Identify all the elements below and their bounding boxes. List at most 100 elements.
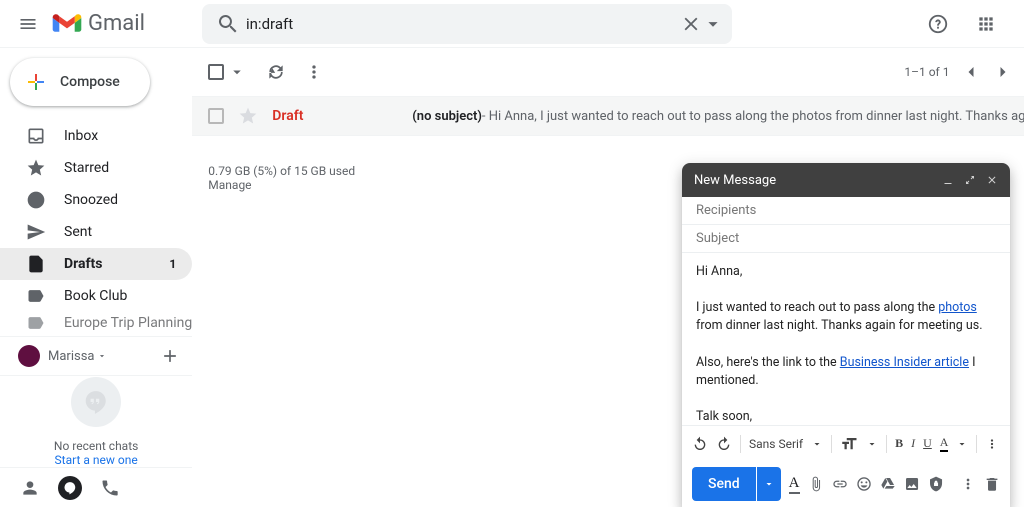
more-icon[interactable] <box>960 475 976 493</box>
search-options-icon[interactable] <box>702 13 724 35</box>
text-format-icon[interactable]: A <box>789 475 800 494</box>
inbox-icon <box>26 126 46 146</box>
compose-label: Compose <box>60 74 120 90</box>
italic-icon[interactable]: I <box>911 436 915 451</box>
compose-body[interactable]: Hi Anna, I just wanted to reach out to p… <box>682 253 1010 425</box>
avatar <box>18 345 40 367</box>
emoji-icon[interactable] <box>856 475 872 493</box>
hangouts-tab-icon[interactable] <box>58 476 82 500</box>
clear-search-icon[interactable] <box>680 13 702 35</box>
row-preview: (no subject) - Hi Anna, I just wanted to… <box>412 109 1024 124</box>
recipients-field[interactable]: Recipients <box>682 197 1010 225</box>
hangouts-account-row[interactable]: Marissa <box>0 336 192 376</box>
link-icon[interactable] <box>832 475 848 493</box>
sidebar-item-drafts[interactable]: Drafts 1 <box>0 248 192 280</box>
chevron-down-icon[interactable] <box>956 438 968 450</box>
sidebar-item-label: Snoozed <box>64 192 192 208</box>
main-menu-button[interactable] <box>8 4 48 44</box>
sidebar: Compose Inbox Starred Snoozed Sent Draft… <box>0 48 192 507</box>
star-icon[interactable] <box>238 106 258 126</box>
drafts-icon <box>26 254 46 274</box>
refresh-icon[interactable] <box>266 62 286 82</box>
compose-title: New Message <box>694 173 776 188</box>
account-name: Marissa <box>48 349 94 364</box>
manage-link[interactable]: Manage <box>208 178 488 192</box>
gmail-icon <box>52 13 82 35</box>
support-button[interactable] <box>918 4 958 44</box>
clock-icon <box>26 190 46 210</box>
search-icon <box>216 12 240 36</box>
plus-icon[interactable] <box>160 346 180 366</box>
row-folder-label: Draft <box>272 108 412 124</box>
star-icon <box>26 158 46 178</box>
drive-icon[interactable] <box>880 475 896 493</box>
sidebar-item-starred[interactable]: Starred <box>0 152 192 184</box>
subject-field[interactable]: Subject <box>682 225 1010 253</box>
sidebar-item-label: Book Club <box>64 288 192 304</box>
send-options-button[interactable] <box>757 467 781 501</box>
hangouts-icon <box>71 377 121 427</box>
sidebar-item-label: Sent <box>64 224 192 240</box>
chevron-down-icon[interactable] <box>866 438 878 450</box>
trash-icon[interactable] <box>984 475 1000 493</box>
sidebar-item-count: 1 <box>169 257 176 271</box>
chevron-down-icon[interactable] <box>811 438 823 450</box>
storage-text: 0.79 GB (5%) of 15 GB used <box>208 164 488 178</box>
attach-icon[interactable] <box>808 475 824 493</box>
header: Gmail <box>0 0 1024 48</box>
more-format-icon[interactable] <box>985 437 999 451</box>
text-color-icon[interactable]: A <box>940 435 949 452</box>
compose-window: New Message Recipients Subject Hi Anna, … <box>682 163 1010 507</box>
image-icon[interactable] <box>904 475 920 493</box>
apps-button[interactable] <box>966 4 1006 44</box>
sidebar-item-label: Inbox <box>64 128 192 144</box>
sidebar-item-bookclub[interactable]: Book Club <box>0 280 192 312</box>
undo-icon[interactable] <box>692 436 708 452</box>
photos-link[interactable]: photos <box>938 300 977 315</box>
start-chat-link[interactable]: Start a new one <box>55 453 138 467</box>
plus-icon <box>24 70 48 94</box>
underline-icon[interactable]: U <box>923 436 932 451</box>
confidential-icon[interactable] <box>928 475 944 493</box>
close-icon[interactable] <box>986 174 998 186</box>
chevron-down-icon <box>97 351 107 361</box>
sidebar-item-sent[interactable]: Sent <box>0 216 192 248</box>
label-icon <box>26 313 46 333</box>
minimize-icon[interactable] <box>942 174 954 186</box>
sidebar-item-snoozed[interactable]: Snoozed <box>0 184 192 216</box>
chat-area: No recent chats Start a new one <box>0 376 192 467</box>
search-bar[interactable] <box>202 4 732 44</box>
send-button[interactable]: Send <box>692 467 756 501</box>
thread-toolbar: 1–1 of 1 <box>192 48 1024 96</box>
select-all-checkbox[interactable] <box>208 64 224 80</box>
apps-grid-icon <box>976 14 996 34</box>
chat-empty-text: No recent chats <box>54 439 138 453</box>
gmail-logo[interactable]: Gmail <box>52 11 192 36</box>
person-icon[interactable] <box>20 478 40 498</box>
page-count: 1–1 of 1 <box>904 65 949 79</box>
row-checkbox[interactable] <box>208 108 224 124</box>
help-icon <box>927 13 949 35</box>
compose-button[interactable]: Compose <box>10 58 150 106</box>
article-link[interactable]: Business Insider article <box>840 355 969 370</box>
compose-header[interactable]: New Message <box>682 163 1010 197</box>
format-toolbar: Sans Serif B I U A <box>682 425 1010 461</box>
compose-action-bar: Send A <box>682 461 1010 507</box>
sidebar-item-europe[interactable]: Europe Trip Planning <box>0 312 192 334</box>
fullscreen-icon[interactable] <box>964 174 976 186</box>
sent-icon <box>26 222 46 242</box>
text-size-icon[interactable] <box>840 435 858 453</box>
font-picker[interactable]: Sans Serif <box>749 437 803 451</box>
thread-row[interactable]: Draft (no subject) - Hi Anna, I just wan… <box>192 96 1024 136</box>
chevron-left-icon[interactable] <box>961 62 981 82</box>
chevron-right-icon[interactable] <box>993 62 1013 82</box>
more-icon[interactable] <box>304 62 324 82</box>
sidebar-item-inbox[interactable]: Inbox <box>0 120 192 152</box>
redo-icon[interactable] <box>716 436 732 452</box>
chevron-down-icon[interactable] <box>228 63 246 81</box>
phone-icon[interactable] <box>100 478 120 498</box>
sidebar-footer <box>0 467 192 507</box>
search-input[interactable] <box>246 15 680 33</box>
sidebar-item-label: Drafts <box>64 256 169 272</box>
bold-icon[interactable]: B <box>895 436 903 451</box>
